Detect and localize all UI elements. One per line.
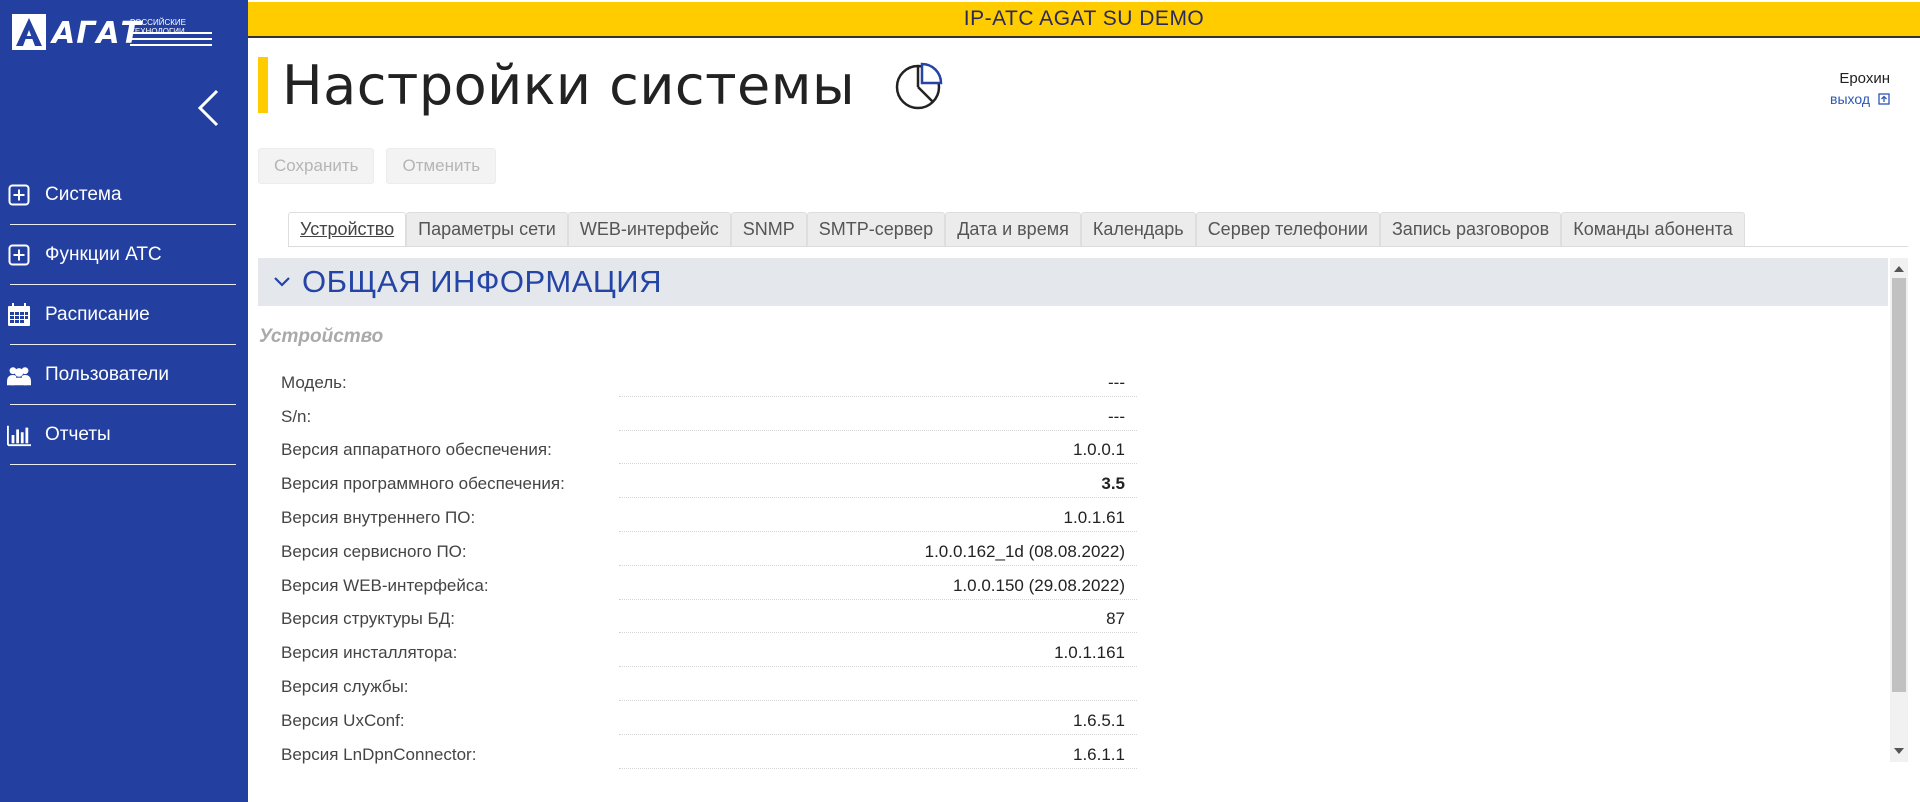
info-value: 87 — [1106, 609, 1125, 629]
scroll-thumb[interactable] — [1892, 278, 1906, 692]
banner: IP-ATC AGAT SU DEMO — [248, 2, 1920, 38]
tab-datetime[interactable]: Дата и время — [945, 212, 1081, 246]
scroll-down-icon[interactable] — [1894, 748, 1904, 754]
info-row-service-version: Версия сервисного ПО: 1.0.0.162_1d (08.08… — [281, 535, 1137, 569]
toolbar: Сохранить Отменить — [258, 148, 497, 184]
chevron-down-icon — [274, 277, 290, 287]
tabs-divider — [288, 246, 1908, 247]
info-row-service-daemon-version: Версия службы: — [281, 670, 1137, 704]
info-label: Версия службы: — [281, 677, 409, 697]
info-row-software-version: Версия программного обеспечения: 3.5 — [281, 467, 1137, 501]
content-scrollbar[interactable] — [1890, 258, 1908, 762]
info-value: 1.6.1.1 — [1073, 744, 1125, 764]
info-label: Версия структуры БД: — [281, 609, 455, 629]
logo-lines — [130, 32, 212, 50]
device-info-list: Модель: --- S/n: --- Версия аппаратного об… — [281, 366, 1137, 772]
info-row-firmware-version: Версия внутреннего ПО: 1.0.1.61 — [281, 501, 1137, 535]
tab-device[interactable]: Устройство — [288, 212, 407, 246]
page-header: Настройки системы — [258, 53, 945, 117]
chevron-left-icon — [197, 89, 219, 127]
sidebar-item-label: Система — [45, 184, 122, 205]
sidebar-item-label: Пользователи — [45, 364, 170, 385]
info-label: Версия программного обеспечения: — [281, 474, 565, 494]
scroll-up-icon[interactable] — [1894, 266, 1904, 272]
info-row-uxconf-version: Версия UxConf: 1.6.5.1 — [281, 704, 1137, 738]
sidebar-item-users[interactable]: Пользователи — [0, 345, 248, 405]
tab-subscriber-commands[interactable]: Команды абонента — [1561, 212, 1745, 246]
info-value: --- — [1108, 406, 1125, 426]
info-label: S/n: — [281, 406, 312, 426]
info-value: 1.0.0.1 — [1073, 440, 1125, 460]
logout-label: выход — [1830, 91, 1870, 107]
users-icon — [7, 363, 31, 387]
sidebar-item-label: Функции АТС — [45, 244, 162, 265]
sidebar-item-ats-functions[interactable]: Функции АТС — [0, 225, 248, 285]
info-row-installer-version: Версия инсталлятора: 1.0.1.161 — [281, 636, 1137, 670]
sidebar-item-system[interactable]: Система — [0, 165, 248, 225]
bar-chart-icon — [7, 423, 31, 447]
info-value: 1.0.0.150 (29.08.2022) — [952, 575, 1125, 595]
save-button[interactable]: Сохранить — [258, 148, 375, 184]
logout-link[interactable]: выход — [1830, 91, 1890, 107]
info-value: 1.0.0.162_1d (08.08.2022) — [924, 541, 1125, 561]
info-label: Версия WEB-интерфейса: — [281, 575, 489, 595]
cancel-button[interactable]: Отменить — [386, 148, 497, 184]
tab-bar: Устройство Параметры сети WEB-интерфейс … — [288, 212, 1745, 246]
info-label: Версия UxConf: — [281, 710, 405, 730]
user-box: Ерохин выход — [1830, 70, 1890, 107]
info-row-web-version: Версия WEB-интерфейса: 1.0.0.150 (29.08.2… — [281, 569, 1137, 603]
info-value: 1.6.5.1 — [1073, 710, 1125, 730]
sidebar: АГАТ РОССИЙСКИЕ ТЕХНОЛОГИИ Система Функц… — [0, 0, 248, 802]
info-row-lndpnconnector-version: Версия LnDpnConnector: 1.6.1.1 — [281, 738, 1137, 772]
tab-web-interface[interactable]: WEB-интерфейс — [567, 212, 731, 246]
calendar-icon — [7, 303, 31, 327]
logo-text: АГАТ — [52, 16, 143, 51]
info-label: Версия инсталлятора: — [281, 643, 458, 663]
info-value: 1.0.1.161 — [1054, 643, 1125, 663]
info-row-hardware-version: Версия аппаратного обеспечения: 1.0.0.1 — [281, 434, 1137, 468]
pie-chart-icon[interactable] — [895, 60, 945, 110]
tab-network[interactable]: Параметры сети — [406, 212, 568, 246]
logout-icon — [1878, 93, 1890, 105]
tab-snmp[interactable]: SNMP — [730, 212, 807, 246]
logo[interactable]: АГАТ РОССИЙСКИЕ ТЕХНОЛОГИИ — [12, 14, 212, 52]
logo-badge-icon — [12, 14, 46, 50]
plus-box-icon — [7, 183, 31, 207]
tab-calendar[interactable]: Календарь — [1080, 212, 1196, 246]
tab-smtp[interactable]: SMTP-сервер — [806, 212, 946, 246]
info-row-model: Модель: --- — [281, 366, 1137, 400]
page-title: Настройки системы — [282, 53, 856, 117]
sidebar-item-reports[interactable]: Отчеты — [0, 405, 248, 465]
info-row-serial: S/n: --- — [281, 400, 1137, 434]
section-header-general[interactable]: ОБЩАЯ ИНФОРМАЦИЯ — [258, 258, 1888, 306]
plus-box-icon — [7, 243, 31, 267]
sidebar-nav: Система Функции АТС Расписание Пользоват… — [0, 165, 248, 465]
info-label: Версия аппаратного обеспечения: — [281, 440, 552, 460]
collapse-sidebar-button[interactable] — [188, 86, 228, 130]
info-label: Версия внутреннего ПО: — [281, 508, 476, 528]
info-label: Версия сервисного ПО: — [281, 541, 467, 561]
info-value: --- — [1108, 372, 1125, 392]
info-value: 1.0.1.61 — [1063, 508, 1125, 528]
subsection-title: Устройство — [259, 326, 384, 347]
user-name: Ерохин — [1839, 70, 1890, 87]
tab-telephony-server[interactable]: Сервер телефонии — [1195, 212, 1380, 246]
tab-call-recording[interactable]: Запись разговоров — [1379, 212, 1562, 246]
info-value: 3.5 — [1101, 474, 1125, 494]
info-label: Модель: — [281, 372, 347, 392]
title-accent-bar — [258, 57, 268, 113]
sidebar-item-schedule[interactable]: Расписание — [0, 285, 248, 345]
info-row-db-version: Версия структуры БД: 87 — [281, 603, 1137, 637]
sidebar-item-label: Отчеты — [45, 424, 111, 445]
section-title: ОБЩАЯ ИНФОРМАЦИЯ — [302, 264, 662, 299]
info-label: Версия LnDpnConnector: — [281, 744, 477, 764]
sidebar-item-label: Расписание — [45, 304, 150, 325]
